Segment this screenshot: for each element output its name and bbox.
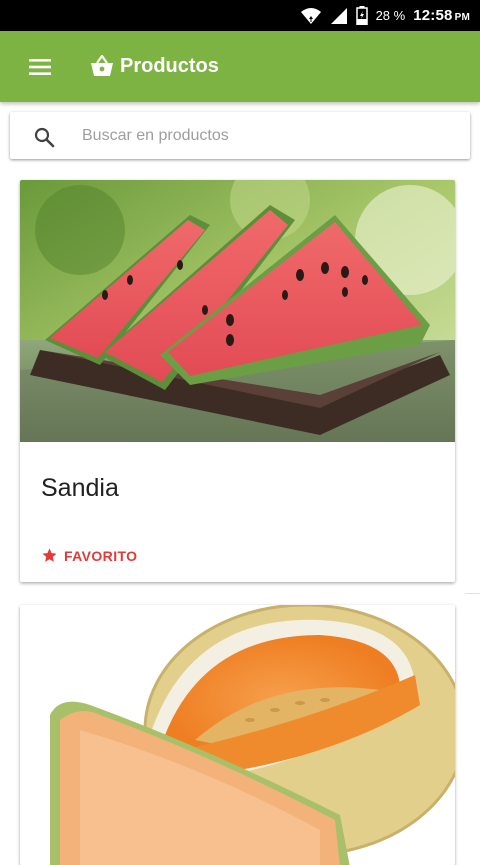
- divider: [465, 593, 480, 594]
- favorite-button[interactable]: FAVORITO: [41, 547, 137, 564]
- menu-button[interactable]: [26, 53, 54, 81]
- search-icon[interactable]: [32, 125, 56, 149]
- wifi-icon: [300, 7, 321, 24]
- clock-time: 12:58: [413, 7, 453, 24]
- product-card[interactable]: Sandia FAVORITO: [20, 180, 455, 582]
- page-title: Productos: [120, 54, 219, 77]
- status-bar: 28 % 12:58 PM: [0, 0, 480, 31]
- basket-icon: [91, 55, 113, 76]
- battery-percent: 28 %: [375, 8, 406, 23]
- product-name: Sandia: [41, 474, 119, 502]
- search-bar: [10, 112, 470, 159]
- star-icon: [42, 548, 57, 562]
- clock-ampm: PM: [454, 12, 470, 23]
- clock: 12:58 PM: [413, 7, 470, 24]
- app-bar: Productos: [0, 31, 480, 102]
- product-card[interactable]: [20, 605, 455, 865]
- app-title-group: Productos: [90, 51, 219, 81]
- search-input[interactable]: [80, 120, 454, 152]
- menu-icon: [29, 59, 51, 75]
- product-image-watermelon[interactable]: [20, 180, 455, 442]
- product-image-melon[interactable]: [20, 605, 455, 865]
- battery-icon: [355, 6, 368, 25]
- favorite-label: FAVORITO: [64, 547, 138, 564]
- status-bar-right: 28 % 12:58 PM: [300, 0, 470, 31]
- signal-icon: [330, 7, 347, 24]
